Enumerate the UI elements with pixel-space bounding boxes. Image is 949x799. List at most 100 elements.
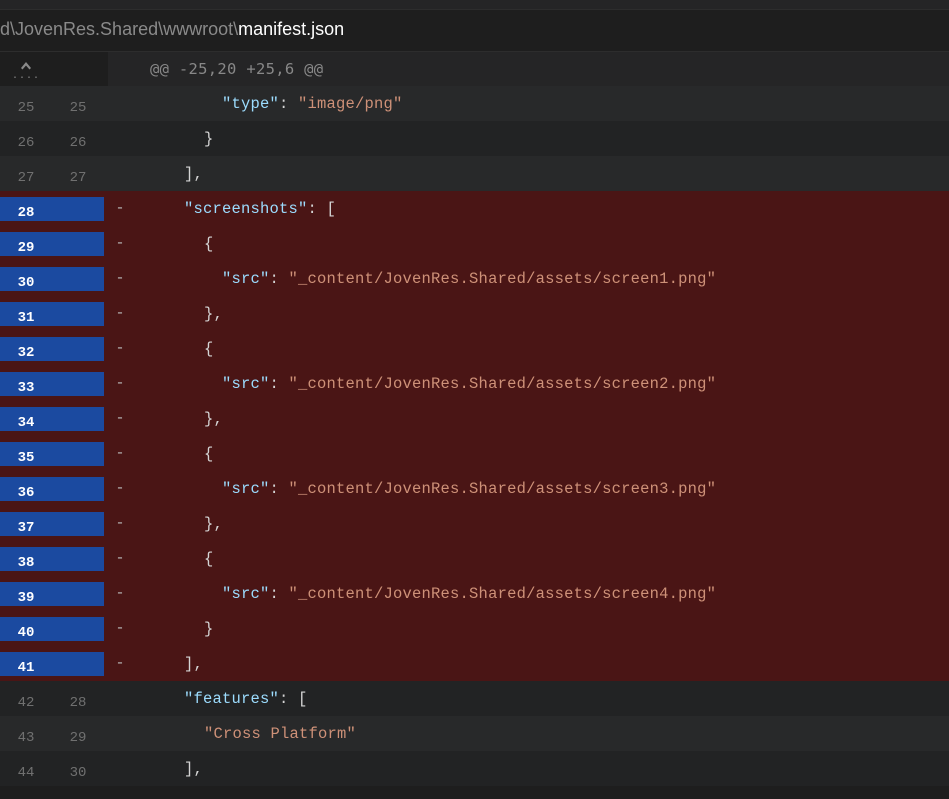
line-number-old: 28 xyxy=(0,197,52,221)
line-number-new xyxy=(52,617,104,641)
diff-line[interactable]: 41 -], xyxy=(0,646,949,681)
line-number-old: 29 xyxy=(0,232,52,256)
code-content: }, xyxy=(132,305,949,323)
line-number-old: 31 xyxy=(0,302,52,326)
line-number-old: 32 xyxy=(0,337,52,361)
gutter: 40 xyxy=(0,617,104,641)
diff-marker: - xyxy=(108,305,132,322)
diff-marker: - xyxy=(108,270,132,287)
line-number-new: 28 xyxy=(52,687,104,711)
line-number-new xyxy=(52,652,104,676)
diff-line[interactable]: 33-"src": "_content/JovenRes.Shared/asse… xyxy=(0,366,949,401)
diff-line[interactable]: 28-"screenshots": [ xyxy=(0,191,949,226)
file-path-dir: d\JovenRes.Shared\wwwroot\ xyxy=(0,19,238,39)
line-number-old: 26 xyxy=(0,127,52,151)
line-number-new xyxy=(52,197,104,221)
line-number-old: 41 xyxy=(0,652,52,676)
code-content: "Cross Platform" xyxy=(132,725,949,743)
code-content: "src": "_content/JovenRes.Shared/assets/… xyxy=(132,270,949,288)
gutter: 2727 xyxy=(0,162,104,186)
gutter: 2525 xyxy=(0,92,104,116)
line-number-new xyxy=(52,372,104,396)
diff-marker: - xyxy=(108,585,132,602)
gutter: 39 xyxy=(0,582,104,606)
tab-bar-spacer xyxy=(0,0,949,10)
line-number-new xyxy=(52,512,104,536)
line-number-old: 37 xyxy=(0,512,52,536)
diff-line[interactable]: 34 -}, xyxy=(0,401,949,436)
diff-line[interactable]: 4228 "features": [ xyxy=(0,681,949,716)
diff-line[interactable]: 40-} xyxy=(0,611,949,646)
code-content: ], xyxy=(132,655,949,673)
line-number-old: 43 xyxy=(0,722,52,746)
code-content: }, xyxy=(132,515,949,533)
gutter: 38 xyxy=(0,547,104,571)
diff-line[interactable]: 35-{ xyxy=(0,436,949,471)
diff-marker: - xyxy=(108,235,132,252)
line-number-old: 34 xyxy=(0,407,52,431)
diff-line[interactable]: 4329 "Cross Platform" xyxy=(0,716,949,751)
gutter: 4228 xyxy=(0,687,104,711)
diff-line[interactable]: 38 -{ xyxy=(0,541,949,576)
code-content: { xyxy=(132,235,949,253)
code-content: { xyxy=(132,445,949,463)
gutter: 33 xyxy=(0,372,104,396)
line-number-new: 25 xyxy=(52,92,104,116)
file-name: manifest.json xyxy=(238,19,344,39)
line-number-old: 35 xyxy=(0,442,52,466)
diff-line[interactable]: 31 -}, xyxy=(0,296,949,331)
hunk-range: @@ -25,20 +25,6 @@ xyxy=(108,52,949,86)
gutter: 41 xyxy=(0,652,104,676)
gutter: 37 xyxy=(0,512,104,536)
code-content: ], xyxy=(132,760,949,778)
code-content: }, xyxy=(132,410,949,428)
code-content: } xyxy=(132,620,949,638)
hunk-header[interactable]: .... @@ -25,20 +25,6 @@ xyxy=(0,52,949,86)
diff-line[interactable]: 39-"src": "_content/JovenRes.Shared/asse… xyxy=(0,576,949,611)
code-content: "src": "_content/JovenRes.Shared/assets/… xyxy=(132,480,949,498)
gutter: 30 xyxy=(0,267,104,291)
line-number-old: 36 xyxy=(0,477,52,501)
diff-marker: - xyxy=(108,655,132,672)
line-number-old: 44 xyxy=(0,757,52,781)
gutter: 2626 xyxy=(0,127,104,151)
diff-line[interactable]: 2525"type": "image/png" xyxy=(0,86,949,121)
diff-line[interactable]: 36-"src": "_content/JovenRes.Shared/asse… xyxy=(0,471,949,506)
diff-marker: - xyxy=(108,515,132,532)
line-number-new xyxy=(52,232,104,256)
gutter: 32 xyxy=(0,337,104,361)
line-number-new: 30 xyxy=(52,757,104,781)
line-number-new xyxy=(52,582,104,606)
expand-hunk-icon[interactable]: .... xyxy=(0,52,52,86)
code-content: "features": [ xyxy=(132,690,949,708)
diff-line[interactable]: 2626} xyxy=(0,121,949,156)
line-number-new: 26 xyxy=(52,127,104,151)
file-header: d\JovenRes.Shared\wwwroot\manifest.json xyxy=(0,10,949,52)
gutter: 28 xyxy=(0,197,104,221)
diff-line[interactable]: 2727], xyxy=(0,156,949,191)
diff-marker: - xyxy=(108,340,132,357)
line-number-old: 39 xyxy=(0,582,52,606)
code-content: } xyxy=(132,130,949,148)
line-number-old: 40 xyxy=(0,617,52,641)
line-number-new xyxy=(52,477,104,501)
gutter: 35 xyxy=(0,442,104,466)
diff-marker: - xyxy=(108,410,132,427)
diff-line[interactable]: 30-"src": "_content/JovenRes.Shared/asse… xyxy=(0,261,949,296)
code-content: { xyxy=(132,550,949,568)
diff-marker: - xyxy=(108,550,132,567)
diff-line[interactable]: 37 -}, xyxy=(0,506,949,541)
diff-line[interactable]: 29 -{ xyxy=(0,226,949,261)
gutter: 34 xyxy=(0,407,104,431)
line-number-old: 38 xyxy=(0,547,52,571)
line-number-new xyxy=(52,267,104,291)
diff-marker: - xyxy=(108,375,132,392)
diff-marker: - xyxy=(108,200,132,217)
line-number-new xyxy=(52,442,104,466)
diff-line[interactable]: 4430], xyxy=(0,751,949,786)
diff-line[interactable]: 32-{ xyxy=(0,331,949,366)
gutter: 31 xyxy=(0,302,104,326)
gutter: 4329 xyxy=(0,722,104,746)
line-number-new: 27 xyxy=(52,162,104,186)
line-number-old: 27 xyxy=(0,162,52,186)
